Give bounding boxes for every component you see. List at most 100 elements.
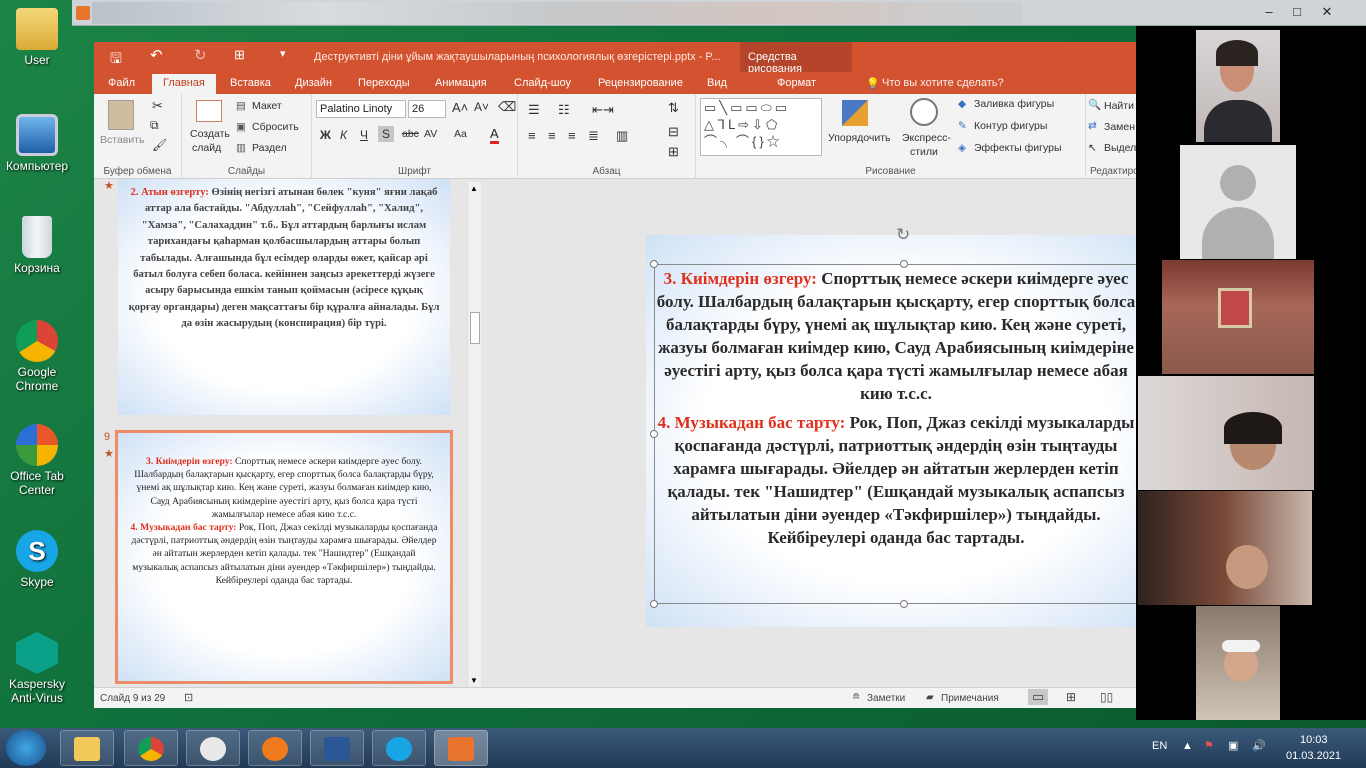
- close-button[interactable]: ✕: [1316, 4, 1338, 20]
- font-name-select[interactable]: Palatino Linoty: [316, 100, 406, 118]
- action-center-icon[interactable]: ▣: [1228, 739, 1238, 752]
- grow-font-icon[interactable]: A˄: [452, 100, 468, 115]
- paste-button[interactable]: Вставить: [100, 134, 145, 146]
- desktop-icon-computer[interactable]: Компьютер: [0, 114, 74, 173]
- redo-icon[interactable]: ↻: [194, 46, 207, 64]
- tell-me-box[interactable]: Что вы хотите сделать?: [882, 77, 1004, 89]
- scroll-down-icon[interactable]: ▼: [470, 676, 478, 685]
- minimize-button[interactable]: –: [1258, 4, 1280, 20]
- notes-button[interactable]: Заметки: [867, 693, 905, 704]
- copy-icon[interactable]: ⧉: [150, 118, 159, 133]
- customize-toolbar-icon[interactable]: ▾: [280, 47, 286, 60]
- rotate-handle-icon[interactable]: ↻: [896, 225, 910, 245]
- font-color-icon[interactable]: A: [490, 126, 499, 144]
- change-case-button[interactable]: Aa: [454, 128, 467, 140]
- resize-handle-bl[interactable]: [650, 600, 658, 608]
- start-button[interactable]: [6, 730, 46, 766]
- find-button[interactable]: Найти: [1104, 100, 1134, 112]
- network-alert-icon[interactable]: ⚑: [1204, 739, 1214, 752]
- cut-icon[interactable]: ✂: [152, 98, 163, 114]
- replace-button[interactable]: Замен: [1104, 121, 1135, 133]
- desktop-icon-office-tab[interactable]: Office Tab Center: [0, 424, 74, 497]
- taskbar-screen-viewer[interactable]: [434, 730, 488, 766]
- tell-me-icon[interactable]: 💡: [866, 77, 880, 90]
- scroll-up-icon[interactable]: ▲: [470, 184, 478, 193]
- strikethrough-button[interactable]: abc: [402, 128, 419, 140]
- taskbar-browser[interactable]: [248, 730, 302, 766]
- paste-icon[interactable]: [108, 100, 134, 130]
- participant-video-5[interactable]: [1138, 491, 1312, 605]
- tab-file[interactable]: Файл: [108, 77, 135, 89]
- align-left-icon[interactable]: ≡: [528, 128, 536, 143]
- format-painter-icon[interactable]: 🖌: [152, 138, 167, 152]
- participant-video-3[interactable]: [1162, 260, 1314, 374]
- align-text-icon[interactable]: ⊟: [668, 124, 679, 140]
- participant-video-4[interactable]: [1138, 376, 1314, 490]
- reset-button[interactable]: Сбросить: [252, 121, 299, 133]
- tab-design[interactable]: Дизайн: [295, 77, 332, 89]
- comments-button[interactable]: Примечания: [941, 693, 999, 704]
- bold-button[interactable]: Ж: [320, 128, 331, 142]
- normal-view-icon[interactable]: ▭: [1028, 689, 1049, 705]
- participant-video-6[interactable]: [1196, 606, 1280, 720]
- slide-thumbnail-9-selected[interactable]: 3. Киімдерін өзгеру: Спорттық немесе әск…: [115, 430, 453, 684]
- tab-home[interactable]: Главная: [152, 74, 216, 94]
- undo-icon[interactable]: ↶: [150, 46, 163, 64]
- thumbnails-scrollbar[interactable]: ▲ ▼: [467, 182, 481, 687]
- clock-date[interactable]: 01.03.2021: [1286, 750, 1341, 762]
- taskbar-snipping[interactable]: [186, 730, 240, 766]
- smartart-icon[interactable]: ⊞: [668, 144, 679, 160]
- spellcheck-icon[interactable]: ⊡: [184, 691, 193, 704]
- justify-icon[interactable]: ≣: [588, 128, 599, 144]
- tab-slideshow[interactable]: Слайд-шоу: [514, 77, 571, 89]
- slide-editor[interactable]: ↻ 3. Киімдерін өзгеру: Спорттық немесе ә…: [486, 179, 1136, 687]
- shape-outline-button[interactable]: Контур фигуры: [974, 120, 1047, 132]
- char-spacing-button[interactable]: AV: [424, 128, 437, 140]
- new-slide-icon[interactable]: [196, 100, 222, 122]
- desktop-icon-kaspersky[interactable]: Kaspersky Anti-Virus: [0, 632, 74, 705]
- italic-button[interactable]: К: [340, 128, 347, 142]
- volume-icon[interactable]: 🔊: [1252, 739, 1266, 752]
- clear-format-icon[interactable]: ⌫: [498, 99, 516, 115]
- shape-fill-button[interactable]: Заливка фигуры: [974, 98, 1054, 110]
- taskbar-skype[interactable]: [372, 730, 426, 766]
- participant-video-1[interactable]: [1196, 30, 1280, 142]
- shrink-font-icon[interactable]: A˅: [474, 100, 489, 114]
- slide-body-text[interactable]: 3. Киімдерін өзгеру: Спорттық немесе әск…: [656, 267, 1136, 549]
- slide-thumbnail-8[interactable]: 2. Атын өзгерту: Өзінің негізгі атынан б…: [118, 179, 450, 415]
- scroll-thumb[interactable]: [470, 312, 480, 344]
- desktop-icon-recycle-bin[interactable]: Корзина: [0, 216, 74, 275]
- arrange-button[interactable]: Упорядочить: [828, 132, 890, 144]
- align-center-icon[interactable]: ≡: [548, 128, 556, 143]
- quick-styles-button[interactable]: Экспресс-: [902, 132, 951, 144]
- taskbar-chrome[interactable]: [124, 730, 178, 766]
- participant-avatar[interactable]: [1180, 145, 1296, 259]
- language-indicator[interactable]: EN: [1152, 740, 1167, 752]
- indent-icon[interactable]: ⇤⇥: [592, 102, 614, 118]
- shape-effects-button[interactable]: Эффекты фигуры: [974, 142, 1062, 154]
- slide-thumbnails-pane[interactable]: ★ 2. Атын өзгерту: Өзінің негізгі атынан…: [94, 179, 486, 687]
- desktop-icon-user[interactable]: User: [0, 8, 74, 67]
- text-direction-icon[interactable]: ⇅: [668, 100, 679, 116]
- underline-button[interactable]: Ч: [360, 128, 368, 142]
- save-icon[interactable]: 🖫: [110, 48, 122, 72]
- resize-handle-b[interactable]: [900, 600, 908, 608]
- tab-animation[interactable]: Анимация: [435, 77, 487, 89]
- tab-view[interactable]: Вид: [707, 77, 727, 89]
- clock-time[interactable]: 10:03: [1300, 734, 1328, 746]
- font-size-select[interactable]: 26: [408, 100, 446, 118]
- shadow-button[interactable]: S: [378, 126, 395, 142]
- tab-transitions[interactable]: Переходы: [358, 77, 410, 89]
- desktop-icon-chrome[interactable]: Google Chrome: [0, 320, 74, 393]
- section-button[interactable]: Раздел: [252, 142, 287, 154]
- reading-view-icon[interactable]: ▯▯: [1100, 690, 1113, 704]
- layout-button[interactable]: Макет: [252, 100, 282, 112]
- taskbar-word[interactable]: [310, 730, 364, 766]
- columns-icon[interactable]: ▥: [616, 128, 628, 144]
- bullets-icon[interactable]: ☰: [528, 102, 540, 118]
- taskbar-explorer[interactable]: [60, 730, 114, 766]
- select-button[interactable]: Выдел: [1104, 142, 1136, 154]
- tray-expand-icon[interactable]: ▲: [1182, 740, 1193, 752]
- tab-format[interactable]: Формат: [777, 77, 816, 89]
- numbering-icon[interactable]: ☷: [558, 102, 570, 118]
